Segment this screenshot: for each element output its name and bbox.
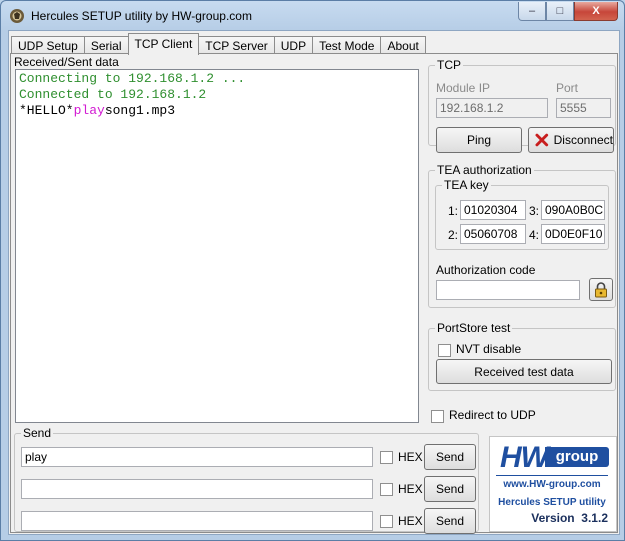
tcp-client-panel: Received/Sent data Connecting to 192.168… xyxy=(10,53,618,534)
portstore-legend: PortStore test xyxy=(437,321,511,335)
send-button-1[interactable]: Send xyxy=(424,444,476,470)
lock-button[interactable] xyxy=(589,278,613,301)
disconnect-button[interactable]: Disconnect xyxy=(528,127,614,153)
hw-group-logo[interactable]: HW group www.HW-group.com Hercules SETUP… xyxy=(489,436,617,532)
tab-strip: UDP Setup Serial TCP Client TCP Server U… xyxy=(11,33,426,55)
app-window: Hercules SETUP utility by HW-group.com –… xyxy=(0,0,625,541)
authorization-code-label: Authorization code xyxy=(436,263,536,277)
tea-key-1-field[interactable]: 01020304 xyxy=(460,200,526,220)
tea-key-2-label: 2: xyxy=(448,228,459,242)
received-test-data-button[interactable]: Received test data xyxy=(436,359,612,384)
hercules-app-icon xyxy=(10,9,24,23)
log-data-suffix: song1.mp3 xyxy=(104,103,176,118)
logo-product: Hercules SETUP utility xyxy=(498,497,606,508)
logo-divider xyxy=(496,475,608,476)
disconnect-label: Disconnect xyxy=(553,133,613,147)
nvt-disable-checkbox[interactable] xyxy=(438,344,451,357)
lock-icon xyxy=(595,281,607,297)
tea-legend: TEA authorization xyxy=(437,163,532,177)
redirect-to-udp-label: Redirect to UDP xyxy=(449,408,536,422)
send-button-3[interactable]: Send xyxy=(424,508,476,534)
maximize-button[interactable]: □ xyxy=(546,2,574,21)
received-data-area[interactable]: Connecting to 192.168.1.2 ... Connected … xyxy=(15,69,419,423)
client-area: UDP Setup Serial TCP Client TCP Server U… xyxy=(8,30,620,535)
tea-key-1-label: 1: xyxy=(448,204,459,218)
tea-key-2-field[interactable]: 05060708 xyxy=(460,224,526,244)
tea-key-3-field[interactable]: 090A0B0C xyxy=(541,200,605,220)
log-data-highlight: play xyxy=(73,103,105,118)
tea-key-4-field[interactable]: 0D0E0F10 xyxy=(541,224,605,244)
send-input-1[interactable]: play xyxy=(21,447,373,467)
hex-label-1: HEX xyxy=(398,450,423,464)
send-legend: Send xyxy=(23,426,52,440)
hex-label-2: HEX xyxy=(398,482,423,496)
module-ip-field[interactable]: 192.168.1.2 xyxy=(436,98,548,118)
window-title: Hercules SETUP utility by HW-group.com xyxy=(31,9,252,23)
port-field[interactable]: 5555 xyxy=(556,98,611,118)
nvt-disable-label: NVT disable xyxy=(456,342,522,356)
window-controls: – □ X xyxy=(518,2,618,21)
ping-button[interactable]: Ping xyxy=(436,127,522,153)
minimize-button[interactable]: – xyxy=(518,2,546,21)
received-data-label: Received/Sent data xyxy=(14,55,119,69)
hex-checkbox-1[interactable] xyxy=(380,451,393,464)
module-ip-label: Module IP xyxy=(436,81,491,95)
send-input-3[interactable] xyxy=(21,511,373,531)
tab-tcp-client[interactable]: TCP Client xyxy=(127,33,200,55)
log-line-data: *HELLO*playsong1.mp3 xyxy=(19,103,415,119)
red-x-icon xyxy=(535,133,549,147)
hex-checkbox-2[interactable] xyxy=(380,483,393,496)
send-button-2[interactable]: Send xyxy=(424,476,476,502)
tea-key-4-label: 4: xyxy=(529,228,540,242)
tea-key-3-label: 3: xyxy=(529,204,540,218)
hex-checkbox-3[interactable] xyxy=(380,515,393,528)
close-button[interactable]: X xyxy=(574,2,618,21)
authorization-code-field[interactable] xyxy=(436,280,580,300)
redirect-to-udp-checkbox[interactable] xyxy=(431,410,444,423)
logo-group-text: group xyxy=(545,447,609,467)
title-bar[interactable]: Hercules SETUP utility by HW-group.com –… xyxy=(1,1,624,30)
tcp-legend: TCP xyxy=(437,58,461,72)
logo-url: www.HW-group.com xyxy=(503,479,601,490)
log-line-connected: Connected to 192.168.1.2 xyxy=(19,87,207,102)
log-line-connecting: Connecting to 192.168.1.2 ... xyxy=(19,71,246,86)
tea-key-legend: TEA key xyxy=(444,178,489,192)
version-label: Version 3.1.2 xyxy=(531,511,608,525)
port-label: Port xyxy=(556,81,579,95)
hex-label-3: HEX xyxy=(398,514,423,528)
logo-hw-text: HW xyxy=(500,441,549,474)
log-data-prefix: *HELLO* xyxy=(19,103,74,118)
send-input-2[interactable] xyxy=(21,479,373,499)
